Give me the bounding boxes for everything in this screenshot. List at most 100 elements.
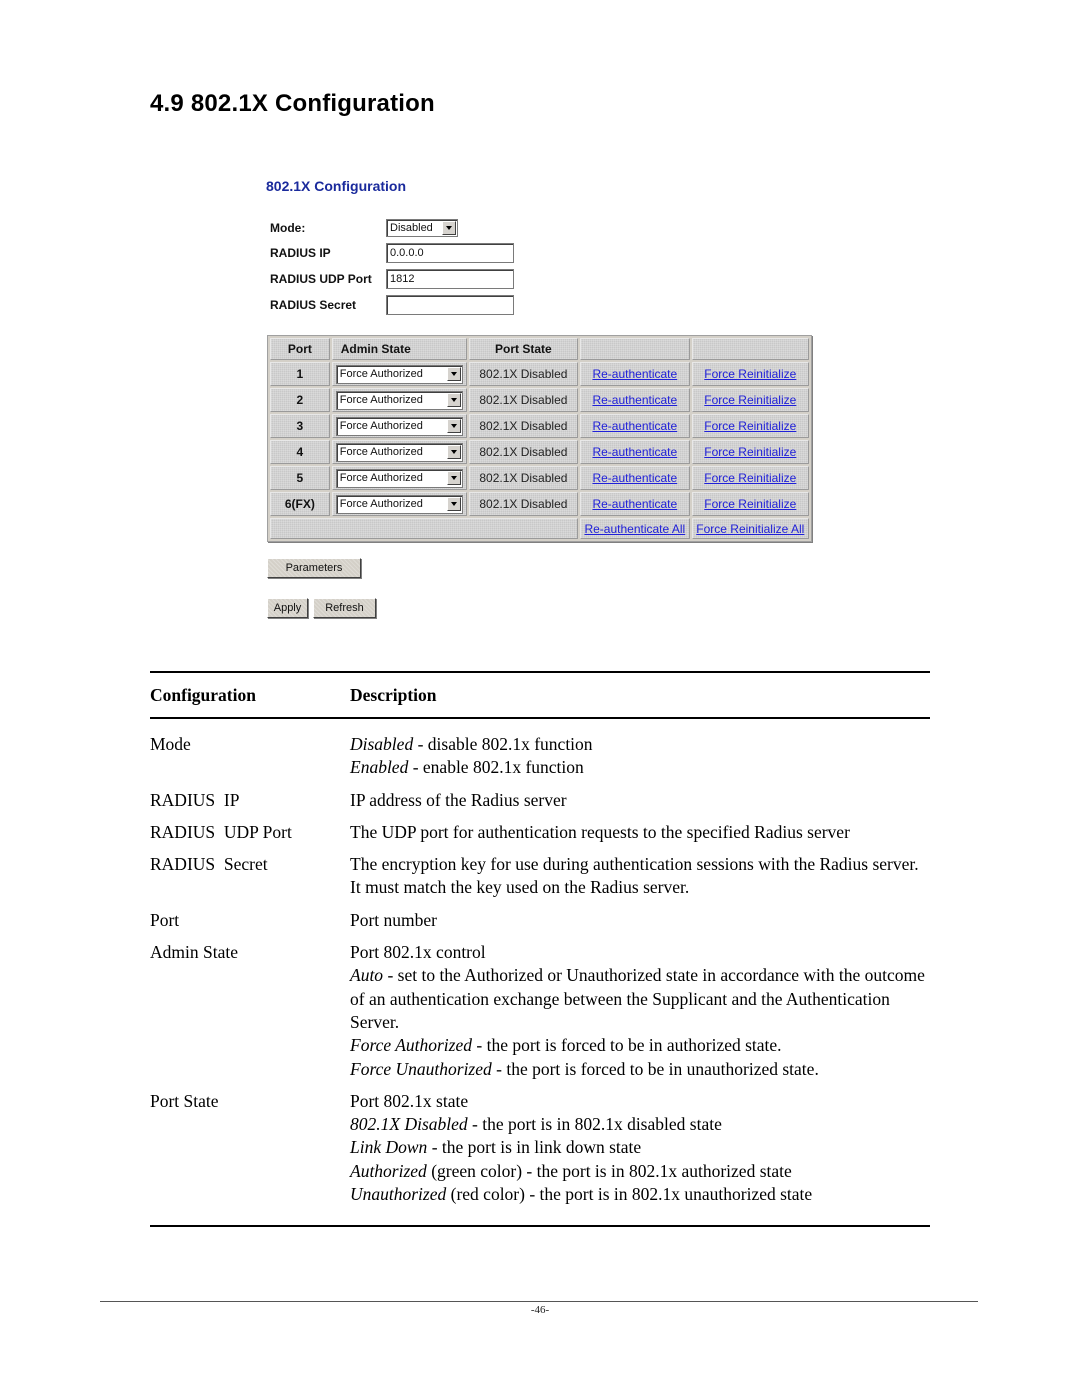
port-number: 5 <box>270 466 330 490</box>
page-number: -46- <box>530 1304 550 1316</box>
radius-ip-input[interactable] <box>386 243 514 263</box>
description-term: Auto <box>350 965 384 986</box>
apply-button[interactable]: Apply <box>267 598 308 618</box>
admin-state-select[interactable]: Force Authorized <box>335 364 463 384</box>
description-line: Port 802.1x control <box>350 941 930 964</box>
port-row: 4 Force Authorized 802.1X Disabled Re-authe… <box>270 440 809 464</box>
radius-udp-port-row: RADIUS UDP Port <box>270 269 514 289</box>
chevron-down-icon[interactable] <box>446 471 461 485</box>
admin-state-cell: Force Authorized <box>331 440 467 464</box>
port-row: 1 Force Authorized 802.1X Disabled Re-authe… <box>270 362 809 386</box>
description-row: RADIUS Secret The encryption key for use … <box>150 853 930 900</box>
radius-udp-port-input[interactable] <box>386 269 514 289</box>
admin-state-select[interactable]: Force Authorized <box>335 468 463 488</box>
radius-secret-input[interactable] <box>386 295 514 315</box>
admin-state-cell: Force Authorized <box>331 388 467 412</box>
description-line: The encryption key for use during authen… <box>350 853 930 900</box>
config-description: Disabled - disable 802.1x function Enable… <box>350 733 930 780</box>
description-term: Force Unauthorized <box>350 1058 492 1079</box>
port-state: 802.1X Disabled <box>468 440 579 464</box>
reauthenticate-link[interactable]: Re-authenticate <box>592 393 677 407</box>
parameters-button[interactable]: Parameters <box>267 558 361 578</box>
radius-udp-port-label: RADIUS UDP Port <box>270 272 372 286</box>
header-port: Port <box>270 338 330 360</box>
refresh-button[interactable]: Refresh <box>313 598 376 618</box>
mode-label: Mode: <box>270 221 306 235</box>
force-reinitialize-link[interactable]: Force Reinitialize <box>704 471 796 485</box>
reauthenticate-link[interactable]: Re-authenticate <box>592 367 677 381</box>
radius-secret-row: RADIUS Secret <box>270 295 514 315</box>
chevron-down-icon[interactable] <box>446 419 461 433</box>
reauth-all-link[interactable]: Re-authenticate All <box>584 522 685 536</box>
section-title: 4.9 802.1X Configuration <box>150 90 435 117</box>
description-text: (green color) - the port is in 802.1x au… <box>426 1160 792 1181</box>
description-row: Port State Port 802.1x state 802.1X Disabl… <box>150 1090 930 1206</box>
force-reinit-all-link[interactable]: Force Reinitialize All <box>696 522 804 536</box>
admin-state-select[interactable]: Force Authorized <box>335 442 463 462</box>
description-text: The UDP port for authentication requests… <box>350 821 850 842</box>
description-text: - disable 802.1x function <box>413 734 593 754</box>
all-ports-row: Re-authenticate All Force Reinitialize A… <box>270 518 809 539</box>
admin-state-value: Force Authorized <box>339 446 423 458</box>
port-state: 802.1X Disabled <box>468 414 579 438</box>
panel-title: 802.1X Configuration <box>266 178 407 194</box>
port-row: 2 Force Authorized 802.1X Disabled Re-authe… <box>270 388 809 412</box>
header-admin-state: Admin State <box>331 338 467 360</box>
footer-rule <box>100 1301 978 1302</box>
description-row: Admin State Port 802.1x control Auto - set… <box>150 941 930 1081</box>
port-table-header: Port Admin State Port State <box>270 338 809 360</box>
reauthenticate-link[interactable]: Re-authenticate <box>592 471 677 485</box>
force-reinitialize-link[interactable]: Force Reinitialize <box>704 367 796 381</box>
admin-state-select[interactable]: Force Authorized <box>335 494 463 514</box>
chevron-down-icon[interactable] <box>446 497 461 511</box>
reauth-cell: Re-authenticate <box>580 440 690 464</box>
chevron-down-icon[interactable] <box>446 393 461 407</box>
reauthenticate-link[interactable]: Re-authenticate <box>592 497 677 511</box>
port-number: 6(FX) <box>270 492 330 516</box>
description-table: Configuration Description Mode Disabled -… <box>150 671 930 1228</box>
description-line: IP address of the Radius server <box>350 789 930 812</box>
mode-row: Mode: Disabled <box>270 218 458 238</box>
description-line: Authorized (green color) - the port is i… <box>350 1160 930 1183</box>
admin-state-value: Force Authorized <box>339 472 423 484</box>
description-term: Enabled <box>350 757 409 778</box>
description-text: Port number <box>350 909 438 930</box>
description-text: - the port is forced to be in authorized… <box>472 1035 782 1056</box>
header-description: Description <box>350 684 437 705</box>
reauthenticate-link[interactable]: Re-authenticate <box>592 445 677 459</box>
description-term: Link Down <box>350 1137 428 1158</box>
port-number: 1 <box>270 362 330 386</box>
radius-secret-label: RADIUS Secret <box>270 298 357 312</box>
radius-ip-label: RADIUS IP <box>270 246 331 260</box>
description-text: Port 802.1x state <box>350 1090 469 1111</box>
force-cell: Force Reinitialize <box>691 492 809 516</box>
admin-state-cell: Force Authorized <box>331 466 467 490</box>
force-reinitialize-link[interactable]: Force Reinitialize <box>704 419 796 433</box>
force-cell: Force Reinitialize <box>691 362 809 386</box>
description-text: - enable 802.1x function <box>408 757 584 778</box>
config-description: Port number <box>350 909 930 932</box>
header-empty-1 <box>580 338 690 360</box>
force-reinitialize-link[interactable]: Force Reinitialize <box>704 393 796 407</box>
chevron-down-icon[interactable] <box>446 445 461 459</box>
force-cell: Force Reinitialize <box>691 388 809 412</box>
description-table-body: Mode Disabled - disable 802.1x function En… <box>150 719 930 1225</box>
description-line: Port number <box>350 909 930 932</box>
description-term: Unauthorized <box>350 1184 447 1205</box>
header-port-state: Port State <box>468 338 579 360</box>
config-name: Admin State <box>150 942 238 963</box>
mode-select[interactable]: Disabled <box>386 219 458 237</box>
admin-state-cell: Force Authorized <box>331 492 467 516</box>
force-reinitialize-link[interactable]: Force Reinitialize <box>704 445 796 459</box>
description-term: Disabled <box>350 734 414 754</box>
port-number: 3 <box>270 414 330 438</box>
admin-state-select[interactable]: Force Authorized <box>335 390 463 410</box>
chevron-down-icon[interactable] <box>446 367 461 381</box>
reauthenticate-link[interactable]: Re-authenticate <box>592 419 677 433</box>
description-text: - the port is in link down state <box>427 1137 642 1158</box>
port-row: 3 Force Authorized 802.1X Disabled Re-authe… <box>270 414 809 438</box>
admin-state-select[interactable]: Force Authorized <box>335 416 463 436</box>
chevron-down-icon[interactable] <box>442 221 456 235</box>
config-name: Mode <box>150 734 191 754</box>
force-reinitialize-link[interactable]: Force Reinitialize <box>704 497 796 511</box>
